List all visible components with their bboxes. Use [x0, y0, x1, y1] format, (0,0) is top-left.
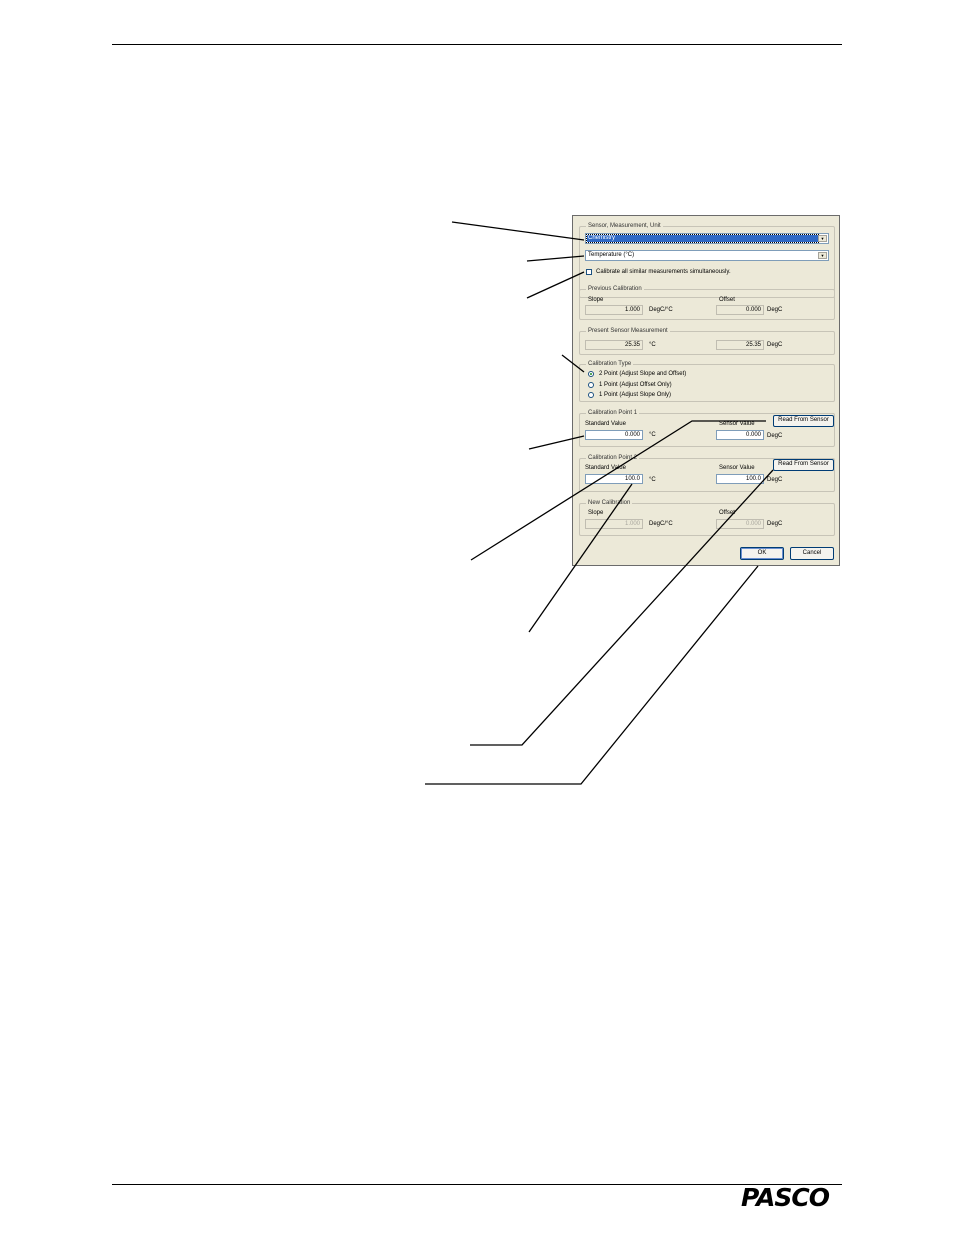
group-title: New Calibration [586, 499, 633, 507]
measurement-select[interactable]: Temperature (°C) ▼ [585, 250, 829, 261]
calibrate-all-label: Calibrate all similar measurements simul… [596, 269, 731, 275]
previous-offset-field: 0.000 [716, 305, 764, 315]
radio-two-point[interactable] [588, 371, 594, 377]
standard-value-label: Standard Value [585, 465, 626, 471]
radio-one-point-slope[interactable] [588, 392, 594, 398]
chevron-down-icon[interactable]: ▼ [818, 235, 827, 242]
group-title: Calibration Type [586, 360, 634, 368]
pasco-logo: PASCO [741, 1183, 830, 1212]
radio-two-point-label: 2 Point (Adjust Slope and Offset) [599, 371, 687, 377]
sensor-value-label: Sensor Value [719, 421, 755, 427]
new-slope-field: 1.000 [585, 519, 643, 529]
footer-rule [112, 1184, 842, 1185]
group-title: Sensor, Measurement, Unit [586, 222, 663, 230]
present-value-field: 25.35 [585, 340, 643, 350]
slope-unit: DegC/°C [649, 307, 673, 313]
radio-one-point-slope-label: 1 Point (Adjust Slope Only) [599, 392, 672, 398]
sensor-value-label: Sensor Value [719, 465, 755, 471]
slope-unit: DegC/°C [649, 521, 673, 527]
present-unit-degc: DegC [767, 342, 783, 348]
present-unit-c: °C [649, 342, 656, 348]
offset-label: Offset [719, 297, 735, 303]
sensor-select[interactable]: Chemistry ▼ [585, 233, 829, 244]
callout-leader-lines [425, 221, 774, 785]
leader-line-sensor [451, 221, 585, 241]
slope-label: Slope [588, 297, 604, 303]
cancel-button[interactable]: Cancel [790, 547, 834, 560]
point1-standard-unit: °C [649, 432, 656, 438]
group-title: Calibration Point 2 [586, 454, 640, 462]
ok-button[interactable]: OK [740, 547, 784, 560]
slope-label: Slope [588, 510, 604, 516]
offset-label: Offset [719, 510, 735, 516]
standard-value-label: Standard Value [585, 421, 626, 427]
point1-read-from-sensor-button[interactable]: Read From Sensor [773, 415, 834, 427]
measurement-select-value: Temperature (°C) [588, 252, 635, 258]
chevron-down-icon[interactable]: ▼ [818, 252, 827, 259]
present-value-degc-field: 25.35 [716, 340, 764, 350]
header-rule [112, 44, 842, 45]
point2-sensor-value-input[interactable]: 100.0 [716, 474, 764, 484]
offset-unit: DegC [767, 307, 783, 313]
point1-sensor-unit: DegC [767, 433, 783, 439]
radio-one-point-offset[interactable] [588, 382, 594, 388]
point2-standard-value-input[interactable]: 100.0 [585, 474, 643, 484]
group-title: Previous Calibration [586, 285, 644, 293]
point1-standard-value-input[interactable]: 0.000 [585, 430, 643, 440]
previous-slope-field: 1.000 [585, 305, 643, 315]
calibrate-all-checkbox[interactable] [586, 269, 592, 275]
point1-sensor-value-input[interactable]: 0.000 [716, 430, 764, 440]
group-title: Calibration Point 1 [586, 409, 640, 417]
offset-unit: DegC [767, 521, 783, 527]
radio-one-point-offset-label: 1 Point (Adjust Offset Only) [599, 382, 672, 388]
point2-read-from-sensor-button[interactable]: Read From Sensor [773, 459, 834, 471]
group-title: Present Sensor Measurement [586, 327, 670, 335]
new-offset-field: 0.000 [716, 519, 764, 529]
point2-standard-unit: °C [649, 477, 656, 483]
leader-line-ok [425, 565, 759, 785]
calibration-dialog: Sensor, Measurement, Unit Chemistry ▼ Te… [572, 215, 840, 566]
sensor-select-value: Chemistry [586, 234, 819, 243]
point2-sensor-unit: DegC [767, 477, 783, 483]
